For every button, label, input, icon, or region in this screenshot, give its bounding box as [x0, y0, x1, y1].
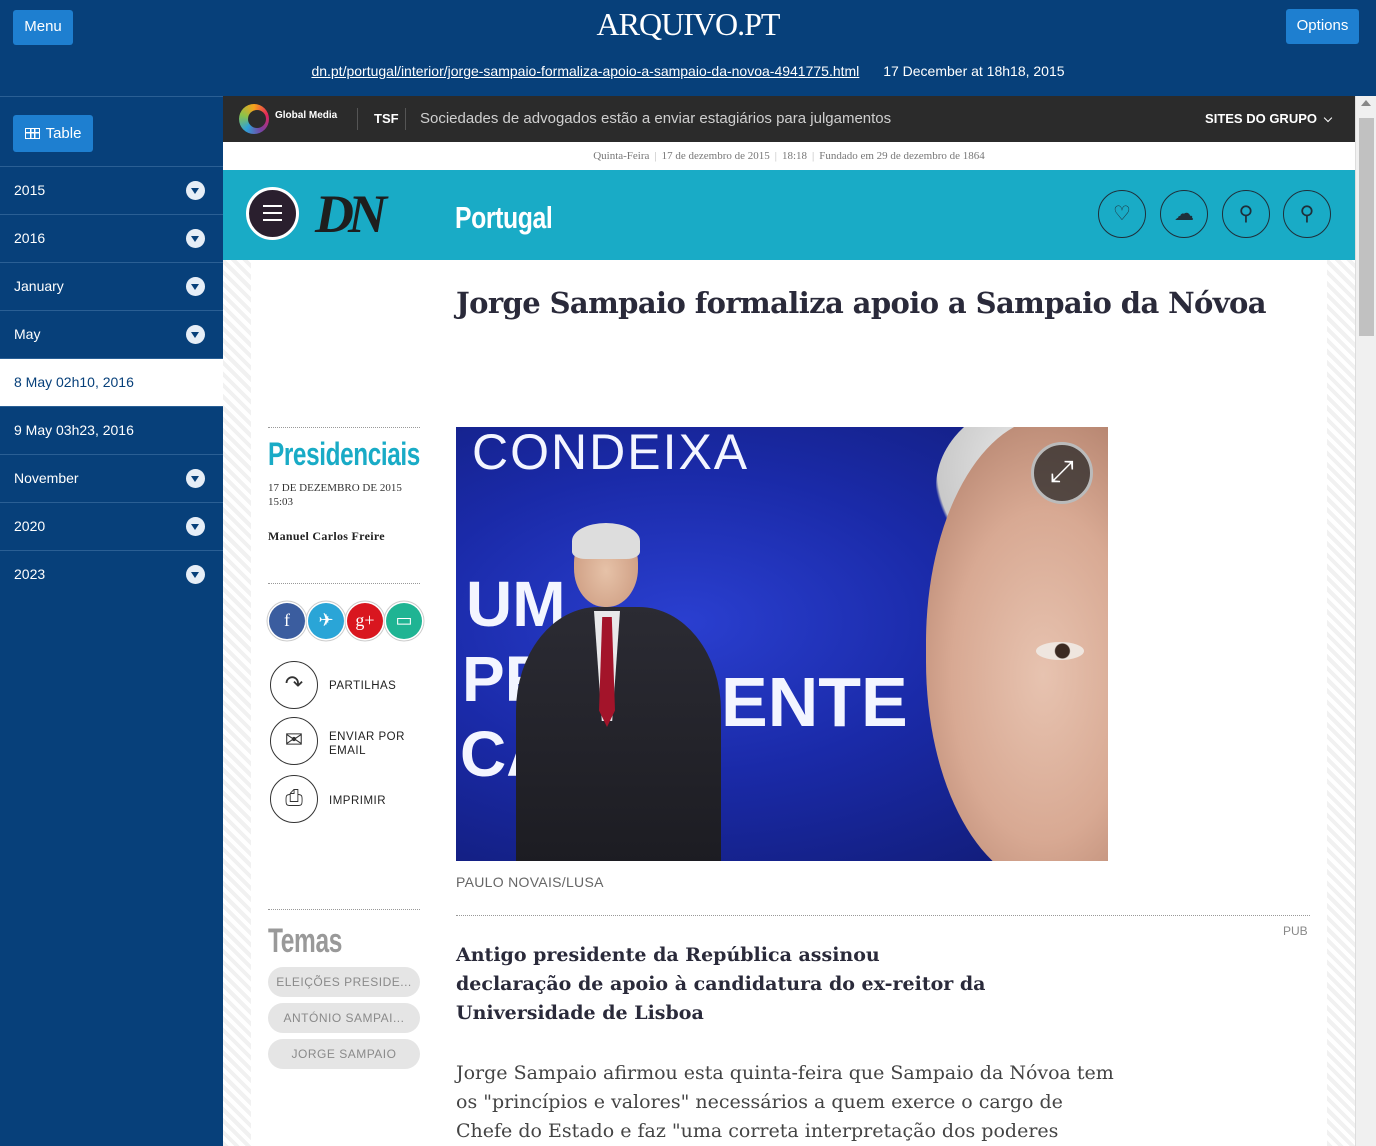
sidebar-item-november[interactable]: November: [0, 454, 223, 502]
article-title: Jorge Sampaio formaliza apoio a Sampaio …: [456, 286, 1267, 320]
article-lead: Antigo presidente da República assinou d…: [456, 944, 986, 1024]
chevron-down-icon[interactable]: [186, 469, 205, 488]
traffic-icon[interactable]: ⚲: [1222, 190, 1270, 238]
heart-icon[interactable]: ♡: [1098, 190, 1146, 238]
topic-tag[interactable]: ELEIÇÕES PRESIDE...: [268, 967, 420, 997]
topic-tag[interactable]: JORGE SAMPAIO: [268, 1039, 420, 1069]
dn-logo[interactable]: DN: [315, 183, 387, 245]
article-meta-column: Presidenciais 17 DE DEZEMBRO DE 2015 15:…: [268, 427, 422, 1069]
share-icon[interactable]: ↷: [270, 661, 318, 709]
chevron-down-icon[interactable]: [186, 517, 205, 536]
dn-header: DN Portugal ♡ ☁ ⚲ ⚲: [223, 170, 1355, 260]
ad-label: PUB: [1283, 924, 1308, 938]
weather-icon[interactable]: ☁: [1160, 190, 1208, 238]
section-title[interactable]: Portugal: [455, 200, 553, 236]
topics-title: Temas: [268, 922, 342, 960]
email-label[interactable]: ENVIAR POR EMAIL: [329, 730, 419, 758]
photo-credit: PAULO NOVAIS/LUSA: [456, 874, 604, 890]
version-list: 2015 2016 January May 8 May 02h10, 2016 …: [0, 166, 223, 598]
search-icon[interactable]: ⚲: [1283, 190, 1331, 238]
divider: [268, 909, 420, 910]
divider: [357, 108, 358, 130]
article-body: Jorge Sampaio afirmou esta quinta-feira …: [456, 1062, 1114, 1142]
chevron-down-icon[interactable]: [186, 565, 205, 584]
print-label[interactable]: IMPRIMIR: [329, 794, 386, 808]
sidebar-item-2015[interactable]: 2015: [0, 166, 223, 214]
divider: [268, 583, 420, 584]
google-plus-icon[interactable]: g+: [347, 603, 383, 639]
hamburger-menu-icon[interactable]: [246, 187, 299, 240]
topics-section: Temas ELEIÇÕES PRESIDE... ANTÓNIO SAMPAI…: [268, 909, 420, 1069]
table-icon: [24, 128, 40, 139]
chevron-down-icon[interactable]: [186, 229, 205, 248]
article-category[interactable]: Presidenciais: [268, 436, 420, 473]
scrollbar[interactable]: [1355, 96, 1376, 1146]
tsf-link[interactable]: TSF: [374, 111, 399, 126]
man-suit: [516, 607, 721, 861]
chevron-down-icon[interactable]: [186, 325, 205, 344]
poster-eye: [1036, 642, 1084, 660]
sites-do-grupo-dropdown[interactable]: SITES DO GRUPO: [1205, 111, 1333, 126]
man-hair: [572, 523, 640, 559]
scroll-up-icon[interactable]: [1361, 100, 1371, 106]
sidebar-item-january[interactable]: January: [0, 262, 223, 310]
page-gutter-left: [223, 260, 251, 1146]
version-sidebar: Table 2015 2016 January May 8 May 02h10,…: [0, 96, 223, 1146]
chevron-down-icon[interactable]: [186, 277, 205, 296]
email-icon[interactable]: ✉: [270, 717, 318, 765]
divider: [456, 915, 1310, 916]
page-gutter-right: [1327, 260, 1355, 1146]
table-view-button[interactable]: Table: [13, 115, 93, 152]
article-date: 17 DE DEZEMBRO DE 2015 15:03: [268, 482, 402, 508]
chevron-down-icon: [1323, 113, 1333, 123]
article-photo[interactable]: CONDEIXA UM PR ENTE CA ⤢: [456, 427, 1108, 861]
options-button[interactable]: Options: [1286, 9, 1359, 44]
sidebar-item-9-may[interactable]: 9 May 03h23, 2016: [0, 406, 223, 454]
expand-icon[interactable]: ⤢: [1031, 442, 1093, 504]
banner-text: ENTE: [721, 663, 908, 741]
capture-info: dn.pt/portugal/interior/jorge-sampaio-fo…: [0, 63, 1376, 79]
facebook-icon[interactable]: f: [269, 603, 305, 639]
archived-page-frame: Global Media TSF Sociedades de advogados…: [223, 96, 1376, 1146]
ticker-headline[interactable]: Sociedades de advogados estão a enviar e…: [420, 110, 891, 127]
article-author[interactable]: Manuel Carlos Freire: [268, 529, 420, 544]
sidebar-item-2016[interactable]: 2016: [0, 214, 223, 262]
archive-header: Menu ARQUIVO.PT Options dn.pt/portugal/i…: [0, 0, 1376, 96]
twitter-icon[interactable]: ✈: [308, 603, 344, 639]
print-icon[interactable]: ⎙: [270, 775, 318, 823]
share-label[interactable]: PARTILHAS: [329, 679, 396, 693]
capture-date: 17 December at 18h18, 2015: [883, 63, 1065, 79]
dateline: Quinta-Feira | 17 de dezembro de 2015 | 18:1…: [593, 150, 985, 162]
global-media-bar: Global Media TSF Sociedades de advogados…: [223, 96, 1355, 142]
sidebar-item-2023[interactable]: 2023: [0, 550, 223, 598]
arquivo-logo[interactable]: ARQUIVO.PT: [0, 6, 1376, 43]
sidebar-item-8-may[interactable]: 8 May 02h10, 2016: [0, 358, 223, 406]
scrollbar-thumb[interactable]: [1359, 118, 1374, 336]
archived-url-link[interactable]: dn.pt/portugal/interior/jorge-sampaio-fo…: [311, 63, 859, 79]
banner-text: CONDEIXA: [472, 427, 750, 480]
sidebar-item-2020[interactable]: 2020: [0, 502, 223, 550]
divider: [268, 427, 420, 428]
comments-icon[interactable]: ▭: [386, 603, 422, 639]
global-media-logo-icon[interactable]: [239, 104, 269, 134]
global-media-name[interactable]: Global Media: [275, 110, 337, 121]
chevron-down-icon[interactable]: [186, 181, 205, 200]
divider: [405, 108, 406, 130]
topic-tag[interactable]: ANTÓNIO SAMPAI...: [268, 1003, 420, 1033]
sidebar-item-may[interactable]: May: [0, 310, 223, 358]
